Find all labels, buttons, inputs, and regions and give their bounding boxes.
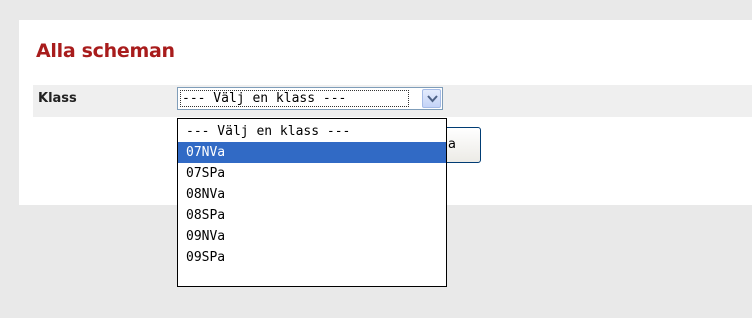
page-title: Alla scheman xyxy=(36,40,175,62)
chevron-down-icon[interactable] xyxy=(422,89,441,108)
dropdown-option-09nva[interactable]: 09NVa xyxy=(178,226,446,247)
dropdown-option-07spa[interactable]: 07SPa xyxy=(178,163,446,184)
class-dropdown-list[interactable]: --- Välj en klass --- 07NVa 07SPa 08NVa … xyxy=(177,118,447,287)
dropdown-option-09spa[interactable]: 09SPa xyxy=(178,247,446,268)
dropdown-option-08nva[interactable]: 08NVa xyxy=(178,184,446,205)
dropdown-option-07nva[interactable]: 07NVa xyxy=(178,142,446,163)
class-select-value: --- Välj en klass --- xyxy=(180,90,409,107)
dropdown-option-placeholder[interactable]: --- Välj en klass --- xyxy=(178,121,446,142)
dropdown-option-08spa[interactable]: 08SPa xyxy=(178,205,446,226)
chevron-down-icon-glyph xyxy=(427,95,438,103)
class-select[interactable]: --- Välj en klass --- xyxy=(177,87,443,110)
class-label: Klass xyxy=(38,91,77,106)
